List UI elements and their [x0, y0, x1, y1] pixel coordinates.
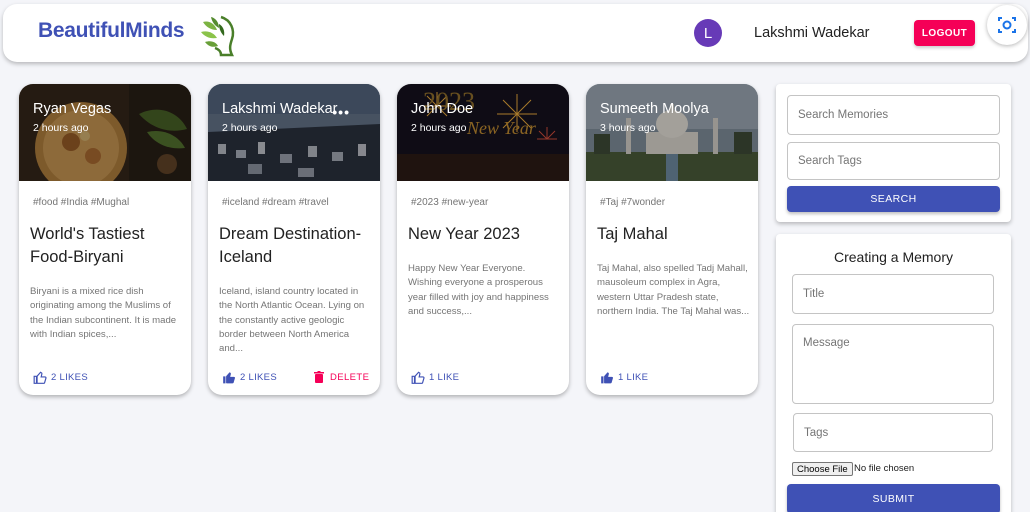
post-time: 2 hours ago — [222, 122, 278, 134]
like-button[interactable]: 1 LIKE — [600, 371, 648, 384]
delete-button[interactable]: DELETE — [314, 371, 369, 383]
brand-name[interactable]: BeautifulMinds — [38, 19, 185, 43]
leaf-head-logo-icon — [201, 15, 235, 57]
like-count: 2 LIKES — [51, 372, 88, 383]
like-count: 2 LIKES — [240, 372, 277, 383]
post-tags: #iceland #dream #travel — [222, 197, 329, 208]
title-input[interactable] — [792, 274, 994, 314]
post-title: World's Tastiest Food-Biryani — [30, 225, 145, 266]
screen-capture-button[interactable] — [987, 5, 1027, 45]
post-author: Sumeeth Moolya — [600, 101, 709, 117]
post-author: Lakshmi Wadekar — [222, 101, 338, 117]
like-button[interactable]: 2 LIKES — [33, 371, 88, 384]
post-card: 2023 New Year John Doe 2 hours ago #2023… — [397, 84, 569, 395]
thumb-up-icon — [33, 371, 47, 384]
search-memories-input[interactable] — [787, 95, 1000, 135]
file-status: No file chosen — [854, 463, 915, 474]
post-message: Taj Mahal, also spelled Tadj Mahall, mau… — [597, 263, 750, 317]
like-button[interactable]: 2 LIKES — [222, 371, 277, 384]
search-button[interactable]: SEARCH — [787, 186, 1000, 212]
post-tags: #Taj #7wonder — [600, 197, 666, 208]
thumb-up-icon — [601, 372, 613, 384]
logout-button[interactable]: LOGOUT — [914, 20, 975, 46]
avatar[interactable]: L — [694, 19, 722, 47]
post-card: Ryan Vegas 2 hours ago #food #India #Mug… — [19, 84, 191, 395]
message-input[interactable] — [792, 324, 994, 404]
post-tags: #2023 #new-year — [411, 197, 489, 208]
app-bar: BeautifulMinds L Lakshmi Wadekar LOGOUT — [3, 4, 1028, 62]
post-tags: #food #India #Mughal — [33, 197, 130, 208]
post-author: John Doe — [411, 101, 474, 117]
post-message: Happy New Year Everyone. Wishing everyon… — [408, 263, 549, 317]
post-title: New Year 2023 — [408, 225, 520, 243]
post-time: 3 hours ago — [600, 122, 656, 134]
post-message: Biryani is a mixed rice dish originating… — [30, 286, 177, 340]
like-count: 1 LIKE — [618, 372, 649, 383]
form-title: Creating a Memory — [833, 249, 954, 265]
post-message: Iceland, island country located in the N… — [219, 286, 365, 355]
post-time: 2 hours ago — [33, 122, 89, 134]
delete-label: DELETE — [330, 371, 370, 383]
create-memory-form: Creating a Memory Choose File No file ch… — [776, 234, 1011, 512]
choose-file-button[interactable]: Choose File — [792, 462, 853, 476]
post-time: 2 hours ago — [411, 122, 467, 134]
like-button[interactable]: 1 LIKE — [411, 371, 459, 384]
post-title: Dream Destination-Iceland — [219, 225, 362, 266]
tags-input[interactable] — [793, 413, 993, 452]
username: Lakshmi Wadekar — [754, 25, 870, 41]
post-author: Ryan Vegas — [33, 101, 112, 117]
post-card: Sumeeth Moolya 3 hours ago #Taj #7wonder… — [586, 84, 758, 395]
trash-icon — [314, 371, 324, 383]
thumb-up-icon — [223, 372, 235, 384]
thumb-up-icon — [411, 371, 425, 384]
search-panel: SEARCH — [776, 84, 1011, 222]
submit-button[interactable]: SUBMIT — [787, 484, 1000, 512]
screen-capture-icon — [998, 17, 1016, 33]
like-count: 1 LIKE — [429, 372, 460, 383]
search-tags-input[interactable] — [787, 142, 1000, 180]
post-card: Lakshmi Wadekar ••• 2 hours ago #iceland… — [208, 84, 380, 395]
more-options-icon[interactable]: ••• — [332, 104, 350, 120]
post-title: Taj Mahal — [597, 225, 668, 243]
